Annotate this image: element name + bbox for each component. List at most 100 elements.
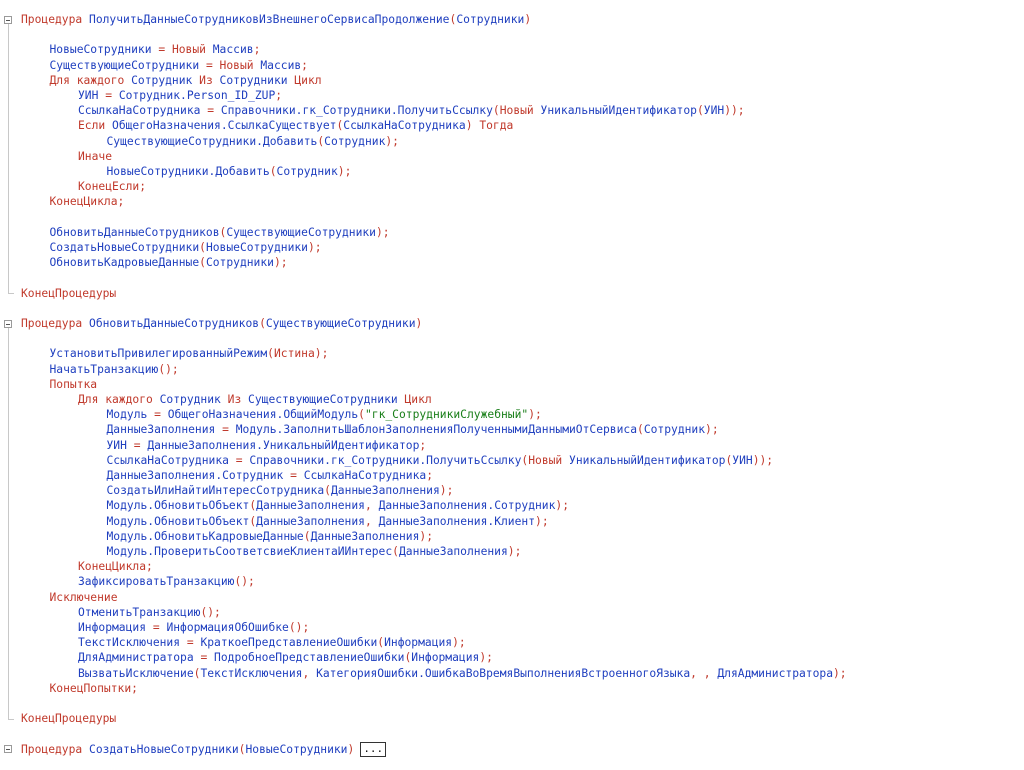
collapsed-block-button[interactable]: ... <box>360 742 387 758</box>
code-token: ); <box>314 347 329 361</box>
code-line[interactable]: ОтменитьТранзакцию(); <box>78 605 221 620</box>
code-token: НачатьТранзакцию <box>49 362 159 376</box>
code-token: ДанныеЗаполнения <box>106 423 223 437</box>
code-line[interactable]: ЗафиксироватьТранзакцию(); <box>78 574 255 589</box>
fold-toggle-icon[interactable] <box>4 15 12 24</box>
code-line[interactable]: КонецПроцедуры <box>21 711 116 726</box>
code-line[interactable]: Процедура СоздатьНовыеСотрудники(НовыеСо… <box>21 742 387 758</box>
code-token: Информация <box>384 636 453 650</box>
code-line[interactable]: Процедура ПолучитьДанныеСотрудниковИзВне… <box>21 12 531 27</box>
code-token: Иначе <box>78 149 113 163</box>
code-token: Из <box>199 73 220 87</box>
code-token: = <box>105 89 119 102</box>
code-token: КонецПопытки <box>49 681 132 695</box>
code-line[interactable]: СоздатьНовыеСотрудники(НовыеСотрудники); <box>50 240 322 255</box>
code-token: = <box>235 453 250 467</box>
fold-toggle-icon[interactable] <box>4 745 12 754</box>
code-token: ( <box>199 256 206 270</box>
code-line[interactable]: Для каждого Сотрудник Из Сотрудники Цикл <box>50 73 322 88</box>
code-line[interactable]: УстановитьПривилегированныйРежим(Истина)… <box>50 346 329 361</box>
code-line[interactable]: ВызватьИсключение(ТекстИсключения, Катег… <box>78 666 847 681</box>
code-line[interactable]: ОбновитьДанныеСотрудников(СуществующиеСо… <box>50 225 390 240</box>
code-token: ); <box>452 636 466 650</box>
code-token: Сотрудники <box>205 256 274 270</box>
code-line[interactable]: Процедура ОбновитьДанныеСотрудников(Суще… <box>21 316 422 331</box>
code-token: Сотрудник <box>159 393 228 406</box>
code-token: Цикл <box>294 73 322 87</box>
code-line[interactable]: КонецЕсли; <box>78 179 146 194</box>
code-token: (); <box>158 362 179 376</box>
code-line[interactable]: ДанныеЗаполнения = Модуль.ЗаполнитьШабло… <box>107 422 719 437</box>
code-line[interactable]: НачатьТранзакцию(); <box>50 362 179 377</box>
code-line[interactable]: Модуль.ОбновитьКадровыеДанные(ДанныеЗапо… <box>107 529 434 544</box>
fold-toggle-icon[interactable] <box>4 319 12 328</box>
code-line[interactable]: ТекстИсключения = КраткоеПредставлениеОш… <box>78 635 466 650</box>
code-token: Цикл <box>404 393 432 406</box>
code-token: ); <box>337 165 352 178</box>
code-token: УИН <box>106 438 134 452</box>
code-token: (); <box>234 575 255 589</box>
code-line[interactable]: КонецЦикла; <box>50 194 125 209</box>
code-line[interactable]: ДанныеЗаполнения.Сотрудник = СсылкаНаСот… <box>107 468 434 483</box>
code-token: КонецЕсли <box>78 180 140 194</box>
code-line[interactable]: Модуль.ОбновитьОбъект(ДанныеЗаполнения, … <box>107 514 549 529</box>
code-line[interactable]: СсылкаНаСотрудника = Справочники.гк_Сотр… <box>78 103 745 118</box>
code-token: Информация <box>411 651 480 665</box>
code-line[interactable]: Информация = ИнформацияОбОшибке(); <box>78 620 309 635</box>
code-line[interactable]: КонецЦикла; <box>78 559 153 574</box>
code-token: ПодробноеПредставлениеОшибки <box>214 651 405 665</box>
code-line[interactable]: Модуль.ОбновитьОбъект(ДанныеЗаполнения, … <box>107 498 570 513</box>
code-token: ОбновитьДанныеСотрудников <box>89 317 260 330</box>
code-token: = <box>186 636 201 650</box>
code-line[interactable]: Иначе <box>78 149 112 164</box>
code-token: СоздатьНовыеСотрудники <box>49 241 200 254</box>
code-line[interactable]: НовыеСотрудники.Добавить(Сотрудник); <box>107 164 352 179</box>
code-token: ДанныеЗаполнения <box>398 545 508 558</box>
code-token: ОтменитьТранзакцию <box>78 605 201 619</box>
code-token: ВызватьИсключение <box>78 666 194 680</box>
code-line[interactable]: Попытка <box>50 377 98 392</box>
code-token: , <box>364 499 379 513</box>
code-line[interactable]: КонецПроцедуры <box>21 286 116 301</box>
code-token: Исключение <box>49 590 118 604</box>
code-token: Модуль.ПроверитьСоответсвиеКлиентаИИнтер… <box>106 545 393 558</box>
code-token: ( <box>324 484 331 498</box>
code-line[interactable]: Если ОбщегоНазначения.СсылкаСуществует(С… <box>78 118 513 133</box>
code-line[interactable]: НовыеСотрудники = Новый Массив; <box>50 42 261 57</box>
code-token: СуществующиеСотрудники.Добавить <box>106 134 318 148</box>
code-token: ; <box>419 438 427 452</box>
code-line[interactable]: Модуль = ОбщегоНазначения.ОбщийМодуль("г… <box>107 407 542 422</box>
code-line[interactable]: СсылкаНаСотрудника = Справочники.гк_Сотр… <box>107 453 774 468</box>
code-token: Для каждого <box>49 73 132 87</box>
code-line[interactable]: УИН = ДанныеЗаполнения.УникальныйИдентиф… <box>107 438 427 453</box>
code-token: ; <box>426 469 433 482</box>
code-token: ( <box>492 104 500 118</box>
code-token: Для каждого <box>78 393 160 406</box>
code-token: ); <box>555 499 570 513</box>
code-token: СсылкаНаСотрудника <box>106 453 236 467</box>
code-token: Справочники.гк_Сотрудники.ПолучитьСсылку <box>249 453 522 467</box>
code-line[interactable]: Для каждого Сотрудник Из СуществующиеСот… <box>78 392 432 407</box>
code-token: = <box>290 469 304 482</box>
code-token: Сотрудник <box>324 134 386 148</box>
code-line[interactable]: ДляАдминистратора = ПодробноеПредставлен… <box>78 650 493 665</box>
code-line[interactable]: Исключение <box>50 590 118 605</box>
code-token: ДляАдминистратора <box>717 666 833 680</box>
code-line[interactable]: СуществующиеСотрудники.Добавить(Сотрудни… <box>107 134 399 149</box>
code-line[interactable]: СуществующиеСотрудники = Новый Массив; <box>50 58 308 73</box>
code-token: ТекстИсключения <box>78 636 187 650</box>
code-token: Массив <box>212 43 254 57</box>
code-line[interactable]: СоздатьИлиНайтиИнтересСотрудника(ДанныеЗ… <box>107 483 454 498</box>
code-token: ( <box>358 408 365 422</box>
code-token: )); <box>752 453 774 467</box>
code-token: Модуль.ОбновитьКадровыеДанные <box>106 529 304 543</box>
code-token: (); <box>200 605 221 619</box>
code-line[interactable]: ОбновитьКадровыеДанные(Сотрудники); <box>50 255 288 270</box>
code-token: Сотрудник.Person_ID_ZUP <box>118 89 276 102</box>
code-line[interactable]: Модуль.ПроверитьСоответсвиеКлиентаИИнтер… <box>107 544 522 559</box>
code-line[interactable]: КонецПопытки; <box>50 681 138 696</box>
code-token: СуществующиеСотрудники <box>226 225 376 239</box>
code-editor[interactable]: Процедура ПолучитьДанныеСотрудниковИзВне… <box>0 0 1024 770</box>
code-token: Новый <box>219 58 261 72</box>
code-line[interactable]: УИН = Сотрудник.Person_ID_ZUP; <box>78 88 282 103</box>
